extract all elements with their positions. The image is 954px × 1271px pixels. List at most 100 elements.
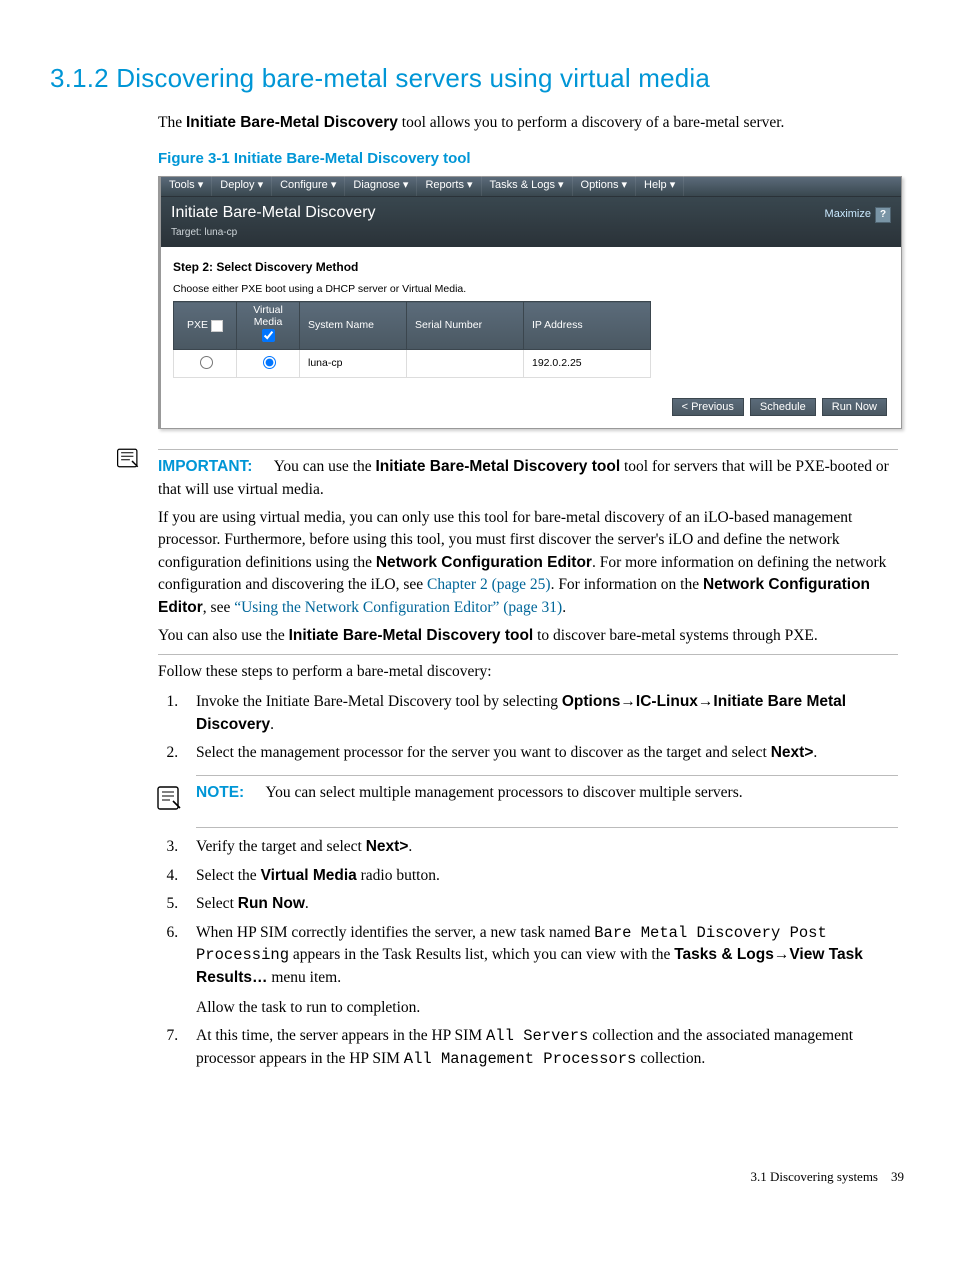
previous-button[interactable]: < Previous [672,398,744,416]
text: Virtual Media [261,867,357,884]
vm-radio[interactable] [263,356,276,369]
text: collection. [636,1050,705,1067]
mono-text: All Servers [486,1027,588,1045]
menu-configure[interactable]: Configure ▾ [272,176,345,196]
step-5: Select Run Now. [182,893,898,915]
divider [158,654,898,655]
page-footer: 3.1 Discovering systems 39 [50,1168,904,1187]
arrow-icon: → [698,693,714,710]
menu-deploy[interactable]: Deploy ▾ [212,176,272,196]
menu-help[interactable]: Help ▾ [636,176,684,196]
pxe-label: PXE [187,318,208,333]
text: . [305,895,309,912]
cell-ip: 192.0.2.25 [524,349,651,377]
divider [158,449,898,450]
title-bar: Initiate Bare-Metal Discovery Target: lu… [161,197,901,247]
col-serial-number: Serial Number [407,302,524,350]
editor-link[interactable]: “Using the Network Configuration Editor”… [234,599,562,616]
text: Initiate Bare-Metal Discovery tool [376,458,621,475]
menu-diagnose[interactable]: Diagnose ▾ [345,176,417,196]
menubar: Tools ▾ Deploy ▾ Configure ▾ Diagnose ▾ … [161,177,901,197]
menu-tasks-logs[interactable]: Tasks & Logs ▾ [482,176,573,196]
divider [196,827,898,828]
text: The [158,114,186,131]
table-row: luna-cp 192.0.2.25 [174,349,651,377]
text: menu item. [268,969,342,986]
intro-paragraph: The Initiate Bare-Metal Discovery tool a… [158,112,904,134]
steps-list: Invoke the Initiate Bare-Metal Discovery… [158,691,898,1070]
step-6: When HP SIM correctly identifies the ser… [182,922,898,1020]
pxe-radio[interactable] [200,356,213,369]
text: IC-Linux [636,693,698,710]
important-p2: If you are using virtual media, you can … [158,507,898,619]
text: At this time, the server appears in the … [196,1027,486,1044]
text: Invoke the Initiate Bare-Metal Discovery… [196,693,562,710]
step-3: Verify the target and select Next>. [182,836,898,858]
help-icon[interactable]: ? [875,207,891,223]
text: . For information on the [551,576,703,593]
text: Options [562,693,621,710]
section-heading: 3.1.2 Discovering bare-metal servers usi… [50,60,904,98]
arrow-icon: → [620,693,636,710]
note-label: NOTE: [196,784,244,801]
pxe-header-checkbox[interactable] [211,320,223,332]
footer-section: 3.1 Discovering systems [751,1169,878,1184]
text: . [813,744,817,761]
tool-name: Initiate Bare-Metal Discovery [186,114,398,131]
divider [196,775,898,776]
text: . [270,716,274,733]
maximize-label: Maximize [825,207,871,223]
step-7: At this time, the server appears in the … [182,1025,898,1070]
figure-caption: Figure 3-1 Initiate Bare-Metal Discovery… [158,148,904,170]
ui-screenshot: Tools ▾ Deploy ▾ Configure ▾ Diagnose ▾ … [158,176,902,429]
text: Initiate Bare-Metal Discovery tool [289,627,534,644]
run-now-button[interactable]: Run Now [822,398,887,416]
note-icon [154,782,186,821]
text: Select [196,895,238,912]
important-callout: IMPORTANT: You can use the Initiate Bare… [50,443,904,1078]
text: Run Now [238,895,305,912]
step-instruction: Choose either PXE boot using a DHCP serv… [173,282,889,297]
important-label: IMPORTANT: [158,458,252,475]
cell-system-name: luna-cp [300,349,407,377]
step-2: Select the management processor for the … [182,742,898,828]
important-icon [115,444,147,479]
step-1: Invoke the Initiate Bare-Metal Discovery… [182,691,898,736]
text: You can use the [274,458,376,475]
text: Select the management processor for the … [196,744,771,761]
text: You can also use the [158,627,289,644]
steps-intro: Follow these steps to perform a bare-met… [158,661,898,683]
schedule-button[interactable]: Schedule [750,398,816,416]
note-text: You can select multiple management proce… [266,784,743,801]
menu-options[interactable]: Options ▾ [573,176,637,196]
step-4: Select the Virtual Media radio button. [182,865,898,887]
important-p1: IMPORTANT: You can use the Initiate Bare… [158,456,898,501]
col-ip-address: IP Address [524,302,651,350]
text: Verify the target and select [196,838,366,855]
text: radio button. [357,867,440,884]
page-number: 39 [891,1169,904,1184]
text: Select the [196,867,261,884]
col-virtual-media: Virtual Media [237,302,300,350]
target-label: Target: luna-cp [171,226,376,241]
cell-serial [407,349,524,377]
note-callout: NOTE: You can select multiple management… [154,782,898,821]
text: , see [203,599,234,616]
text: Next> [771,744,814,761]
maximize-link[interactable]: Maximize ? [825,201,891,223]
text: Next> [366,838,409,855]
chapter2-link[interactable]: Chapter 2 (page 25) [427,576,551,593]
menu-reports[interactable]: Reports ▾ [417,176,481,196]
page-title: Initiate Bare-Metal Discovery [171,201,376,224]
vm-header-checkbox[interactable] [262,329,275,342]
text: . [408,838,412,855]
mono-text: All Management Processors [404,1050,637,1068]
important-p3: You can also use the Initiate Bare-Metal… [158,625,898,647]
text: tool allows you to perform a discovery o… [398,114,785,131]
menu-tools[interactable]: Tools ▾ [161,176,212,196]
text: When HP SIM correctly identifies the ser… [196,924,594,941]
text: appears in the Task Results list, which … [289,946,674,963]
col-system-name: System Name [300,302,407,350]
text: Tasks & Logs [674,946,774,963]
text: to discover bare-metal systems through P… [533,627,818,644]
